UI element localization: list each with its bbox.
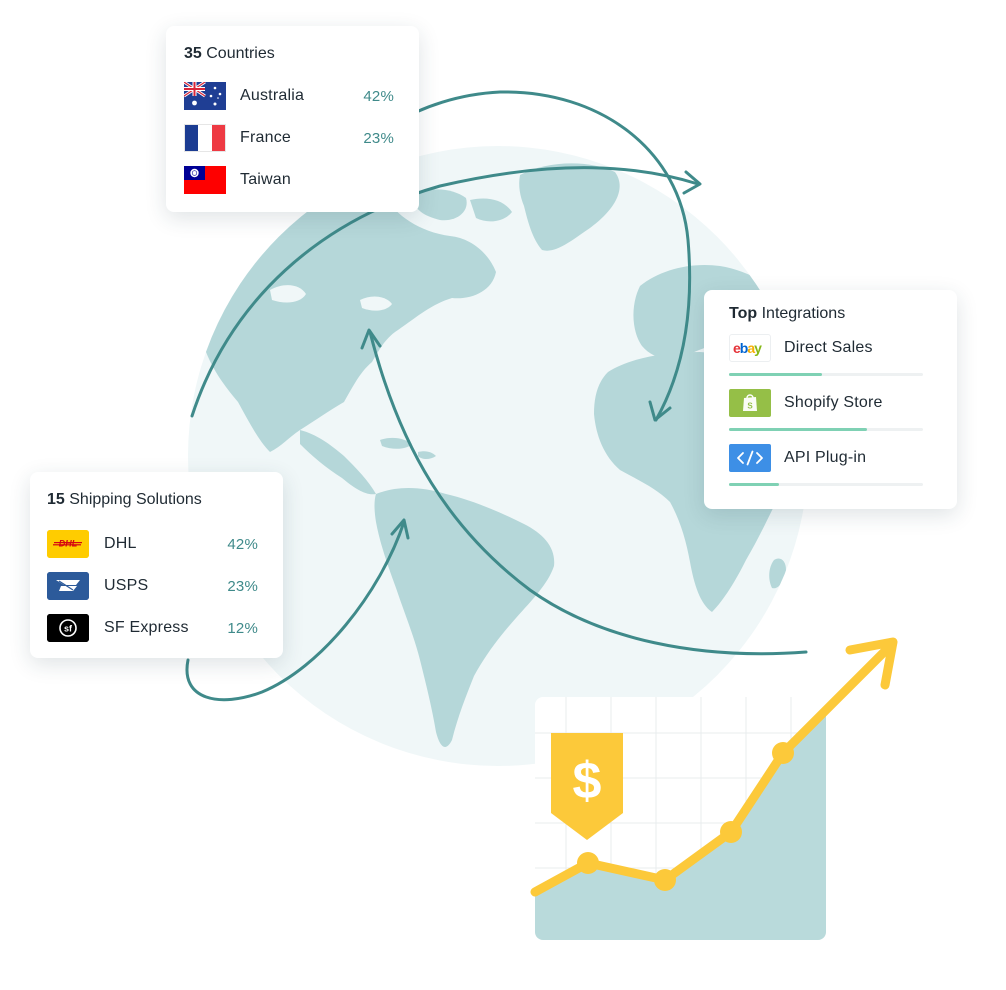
integrations-title-label: Integrations [761, 305, 846, 322]
list-item: S Shopify Store [729, 385, 923, 440]
integrations-title-bold: Top [729, 305, 758, 322]
integration-progress-track [729, 428, 923, 431]
countries-card-title: 35 Countries [184, 45, 402, 63]
carrier-name: USPS [104, 577, 149, 594]
carrier-percent: 23% [227, 577, 258, 595]
integration-progress-fill [729, 483, 780, 486]
ebay-logo: ebay [729, 334, 771, 362]
svg-text:sf: sf [64, 624, 73, 634]
integration-progress-fill [729, 428, 867, 431]
countries-count: 35 [184, 45, 202, 62]
carrier-name: DHL [104, 535, 137, 552]
svg-text:DHL: DHL [59, 538, 78, 548]
integration-name: Direct Sales [784, 339, 873, 356]
carrier-percent: 12% [227, 619, 258, 637]
shipping-card-title: 15 Shipping Solutions [47, 491, 266, 509]
list-item: France 23% [184, 117, 402, 159]
countries-title-label: Countries [206, 45, 275, 62]
integration-progress-fill [729, 373, 823, 376]
carrier-percent: 42% [227, 535, 258, 553]
sf-express-logo: sf [47, 614, 89, 642]
growth-chart [535, 697, 826, 940]
growth-area [535, 711, 826, 940]
list-item: API Plug-in [729, 440, 923, 495]
code-icon [729, 444, 771, 472]
growth-chart-panel [535, 697, 826, 940]
integrations-card-title: Top Integrations [729, 305, 923, 323]
carrier-name: SF Express [104, 619, 189, 636]
country-name: France [240, 129, 291, 146]
integration-name: Shopify Store [784, 394, 883, 411]
list-item: sf SF Express 12% [47, 607, 266, 649]
country-percent: 23% [363, 129, 394, 147]
shipping-title-label: Shipping Solutions [69, 491, 202, 508]
countries-card: 35 Countries Australia 42% France 23% Ta… [166, 26, 419, 212]
shipping-count: 15 [47, 491, 65, 508]
integrations-card: Top Integrations ebay Direct Sales S Sho… [704, 290, 957, 509]
australia-flag [184, 82, 226, 110]
dhl-logo: DHL [47, 530, 89, 558]
country-percent: 42% [363, 87, 394, 105]
list-item: ebay Direct Sales [729, 330, 923, 385]
list-item: USPS 23% [47, 565, 266, 607]
svg-text:S: S [747, 402, 753, 411]
shipping-card: 15 Shipping Solutions DHL DHL 42% USPS 2… [30, 472, 283, 658]
france-flag [184, 124, 226, 152]
svg-text:ebay: ebay [733, 340, 762, 356]
list-item: Australia 42% [184, 75, 402, 117]
integration-name: API Plug-in [784, 449, 867, 466]
list-item: DHL DHL 42% [47, 523, 266, 565]
usps-logo [47, 572, 89, 600]
shopify-logo: S [729, 389, 771, 417]
integration-progress-track [729, 483, 923, 486]
taiwan-flag [184, 166, 226, 194]
integration-progress-track [729, 373, 923, 376]
list-item: Taiwan [184, 159, 402, 201]
country-name: Taiwan [240, 171, 292, 188]
country-name: Australia [240, 87, 305, 104]
